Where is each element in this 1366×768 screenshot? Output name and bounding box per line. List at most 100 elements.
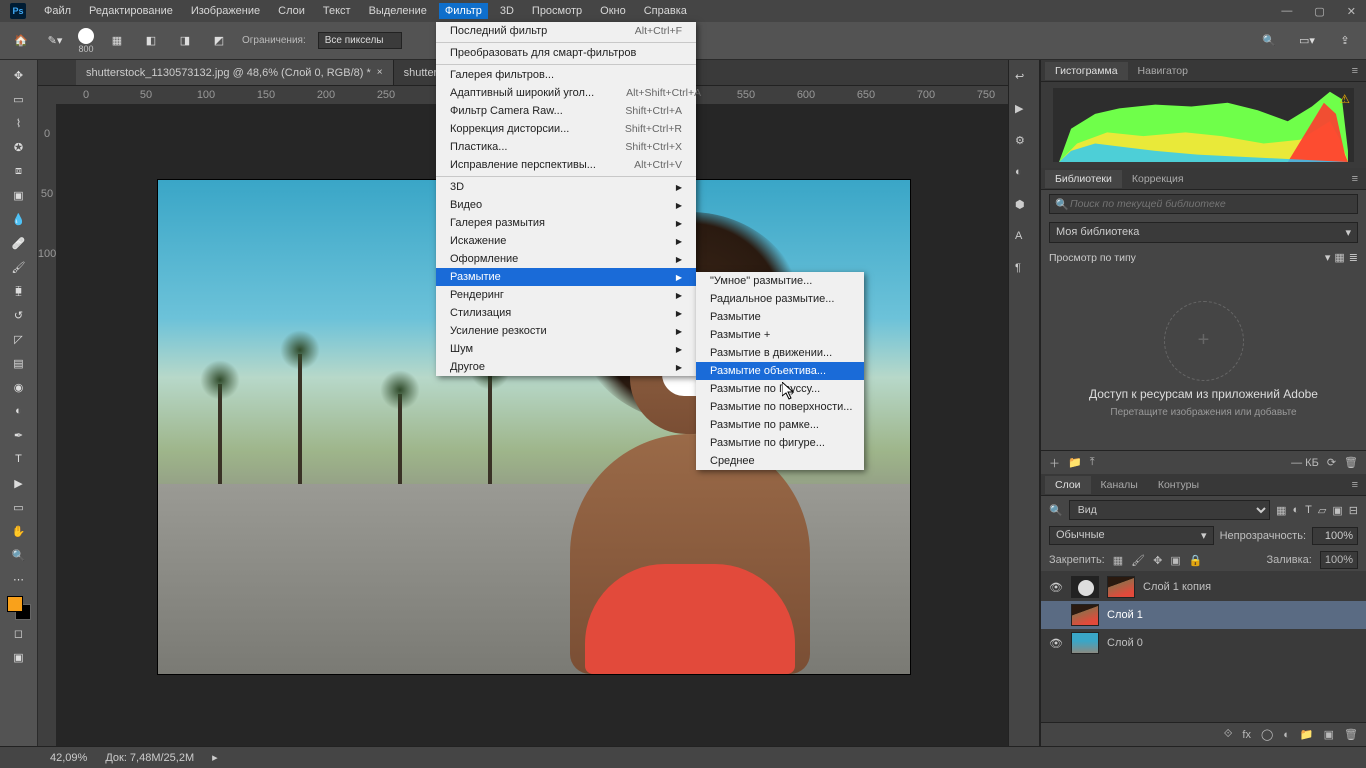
menu-item[interactable]: Оформление▶ [436, 250, 696, 268]
layer-style-icon[interactable]: fx [1242, 729, 1251, 741]
spot-heal-tool-icon[interactable]: 🩹 [4, 232, 34, 254]
layer-kind-filter[interactable]: Вид [1069, 500, 1270, 520]
layer-thumb[interactable] [1107, 576, 1135, 598]
layer-thumb[interactable] [1071, 604, 1099, 626]
menu-item[interactable]: Рендеринг▶ [436, 286, 696, 304]
menu-изображение[interactable]: Изображение [191, 3, 260, 19]
menu-item[interactable]: Пластика...Shift+Ctrl+X [436, 138, 696, 156]
crop-tool-icon[interactable]: ⧈ [4, 160, 34, 182]
library-search-input[interactable] [1049, 194, 1358, 214]
add-content-icon[interactable]: ＋ [1049, 455, 1060, 471]
styles-panel-icon[interactable]: ⬢ [1015, 198, 1033, 216]
search-icon[interactable]: 🔍 [1258, 30, 1280, 52]
opacity-input[interactable]: 100% [1312, 527, 1358, 545]
minimize-icon[interactable]: — [1281, 5, 1292, 18]
eyedropper-tool-icon[interactable]: 💧 [4, 208, 34, 230]
visibility-toggle-icon[interactable]: 👁 [1049, 581, 1063, 594]
menu-item[interactable]: 3D▶ [436, 176, 696, 196]
ruler-origin[interactable] [38, 86, 56, 104]
properties-panel-icon[interactable]: ⚙ [1015, 134, 1033, 152]
tab-paths[interactable]: Контуры [1148, 476, 1209, 494]
menu-текст[interactable]: Текст [323, 3, 351, 19]
layer-mask-thumb[interactable] [1071, 576, 1099, 598]
actions-panel-icon[interactable]: ▶ [1015, 102, 1033, 120]
menu-item[interactable]: Коррекция дисторсии...Shift+Ctrl+R [436, 120, 696, 138]
menu-item[interactable]: Исправление перспективы...Alt+Ctrl+V [436, 156, 696, 174]
status-menu-icon[interactable]: ▸ [212, 751, 218, 764]
link-layers-icon[interactable]: ⟐ [1224, 728, 1233, 741]
layer-thumb[interactable] [1071, 632, 1099, 654]
screenmode-icon[interactable]: ▣ [4, 646, 34, 668]
layer-row[interactable]: Слой 1 [1041, 601, 1366, 629]
sync-icon[interactable]: ⟳ [1327, 456, 1336, 469]
menu-окно[interactable]: Окно [600, 3, 626, 19]
menu-item[interactable]: Среднее [696, 452, 864, 470]
list-view-icon[interactable]: ≣ [1349, 251, 1358, 264]
type-tool-icon[interactable]: T [4, 448, 34, 470]
layer-name[interactable]: Слой 1 [1107, 609, 1143, 621]
layer-row[interactable]: 👁 Слой 1 копия [1041, 573, 1366, 601]
panel-menu-icon[interactable]: ≡ [1344, 173, 1366, 185]
lock-all-icon[interactable]: 🔒 [1189, 554, 1203, 567]
maximize-icon[interactable]: ▢ [1314, 5, 1324, 18]
menu-item[interactable]: Размытие по Гауссу... [696, 380, 864, 398]
menu-item[interactable]: Размытие в движении... [696, 344, 864, 362]
delete-layer-icon[interactable]: 🗑 [1344, 728, 1358, 741]
history-brush-tool-icon[interactable]: ↺ [4, 304, 34, 326]
blur-tool-icon[interactable]: ◉ [4, 376, 34, 398]
quick-select-tool-icon[interactable]: ✪ [4, 136, 34, 158]
menu-item[interactable]: Галерея фильтров... [436, 64, 696, 84]
menu-item[interactable]: Шум▶ [436, 340, 696, 358]
pen-tool-icon[interactable]: ✒ [4, 424, 34, 446]
tab-channels[interactable]: Каналы [1091, 476, 1148, 494]
path-select-tool-icon[interactable]: ▶ [4, 472, 34, 494]
add-folder-icon[interactable]: 📁 [1068, 456, 1082, 469]
filter-shape-icon[interactable]: ▱ [1318, 504, 1326, 517]
upload-icon[interactable]: ⤒ [1090, 456, 1095, 469]
dodge-tool-icon[interactable]: ◐ [4, 400, 34, 422]
layer-name[interactable]: Слой 0 [1107, 637, 1143, 649]
menu-фильтр[interactable]: Фильтр [439, 3, 488, 19]
sample-bg-icon[interactable]: ◨ [174, 30, 196, 52]
hand-tool-icon[interactable]: ✋ [4, 520, 34, 542]
menu-справка[interactable]: Справка [644, 3, 687, 19]
menu-item[interactable]: Размытие + [696, 326, 864, 344]
menu-item[interactable]: Другое▶ [436, 358, 696, 376]
library-select[interactable]: Моя библиотека▾ [1049, 222, 1358, 243]
menu-item[interactable]: Фильтр Camera Raw...Shift+Ctrl+A [436, 102, 696, 120]
close-tab-icon[interactable]: × [377, 67, 383, 78]
tab-layers[interactable]: Слои [1045, 476, 1091, 494]
lock-position-icon[interactable]: ✥ [1153, 554, 1162, 567]
zoom-level[interactable]: 42,09% [50, 752, 87, 764]
filter-type-icon[interactable]: T [1305, 504, 1312, 516]
adjustment-layer-icon[interactable]: ◐ [1283, 729, 1290, 741]
lock-image-icon[interactable]: 🖌 [1131, 554, 1145, 567]
zoom-tool-icon[interactable]: 🔍 [4, 544, 34, 566]
share-icon[interactable]: ⇪ [1334, 30, 1356, 52]
blend-mode-select[interactable]: Обычные▾ [1049, 526, 1214, 545]
ruler-vertical[interactable]: 050100 [38, 104, 56, 746]
color-swatches[interactable] [7, 596, 31, 620]
history-panel-icon[interactable]: ↩ [1015, 70, 1033, 88]
menu-item[interactable]: Искажение▶ [436, 232, 696, 250]
menu-item[interactable]: Видео▶ [436, 196, 696, 214]
tab-navigator[interactable]: Навигатор [1128, 62, 1198, 80]
layer-name[interactable]: Слой 1 копия [1143, 581, 1211, 593]
layer-row[interactable]: 👁Слой 0 [1041, 629, 1366, 657]
menu-просмотр[interactable]: Просмотр [532, 3, 582, 19]
document-size[interactable]: Док: 7,48M/25,2M [105, 752, 194, 764]
menu-item[interactable]: Преобразовать для смарт-фильтров [436, 42, 696, 62]
shape-tool-icon[interactable]: ▭ [4, 496, 34, 518]
document-tab[interactable]: shutterstock_1130573132.jpg @ 48,6% (Сло… [76, 60, 394, 85]
frame-tool-icon[interactable]: ▣ [4, 184, 34, 206]
menu-item[interactable]: Размытие по рамке... [696, 416, 864, 434]
paragraph-panel-icon[interactable]: ¶ [1015, 262, 1033, 280]
fill-input[interactable]: 100% [1320, 551, 1358, 569]
menu-item[interactable]: Размытие [696, 308, 864, 326]
brush-settings-icon[interactable]: ▦ [106, 30, 128, 52]
panel-menu-icon[interactable]: ≡ [1344, 65, 1366, 77]
menu-item[interactable]: Последний фильтрAlt+Ctrl+F [436, 22, 696, 40]
eraser-tool-icon[interactable]: ◸ [4, 328, 34, 350]
fg-color-swatch[interactable] [7, 596, 23, 612]
filter-smart-icon[interactable]: ▣ [1332, 504, 1342, 517]
